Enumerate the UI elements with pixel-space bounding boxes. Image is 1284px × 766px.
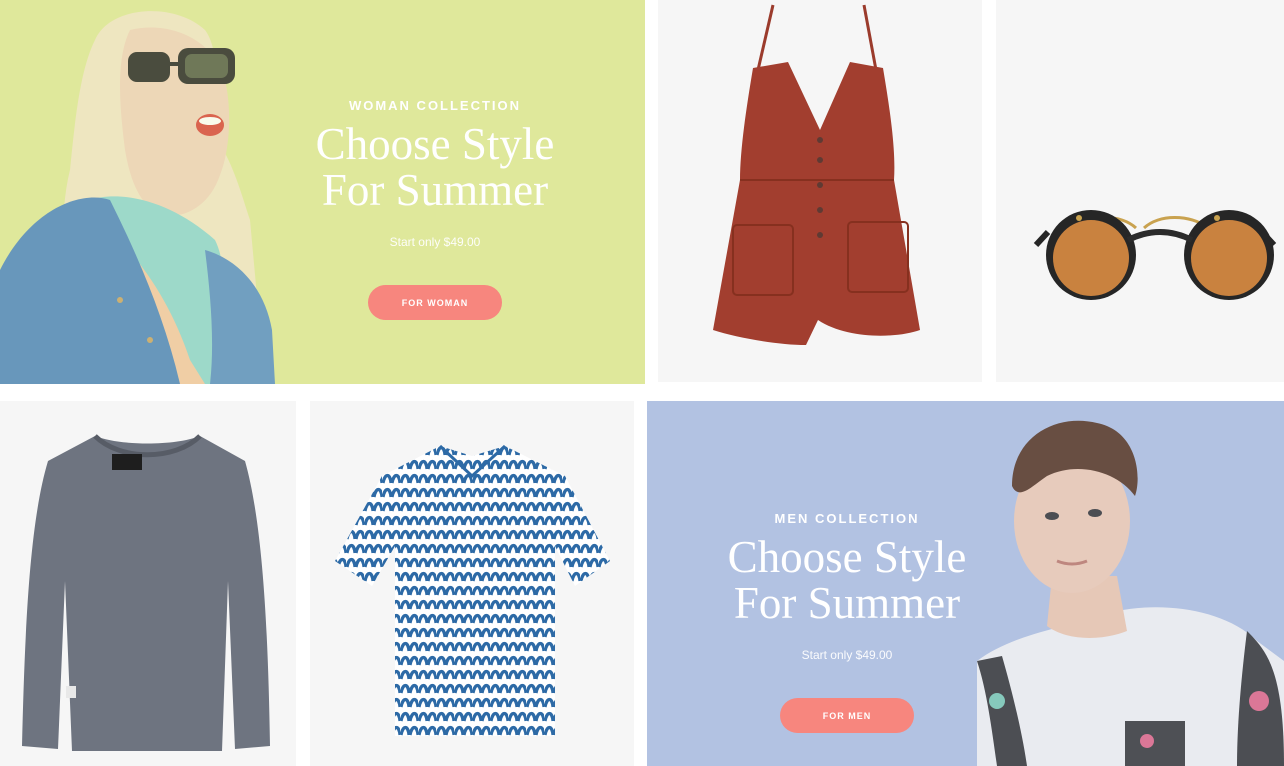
men-collection-banner[interactable]: MEN COLLECTION Choose Style For Summer S… bbox=[647, 401, 1284, 766]
men-banner-headline: Choose Style For Summer bbox=[697, 534, 997, 626]
for-men-button[interactable]: FOR MEN bbox=[780, 698, 914, 733]
men-collection-kicker: MEN COLLECTION bbox=[774, 511, 920, 526]
woman-banner-headline: Choose Style For Summer bbox=[280, 121, 590, 213]
blue-print-shirt-image bbox=[335, 444, 610, 736]
round-sunglasses-image bbox=[1033, 210, 1277, 300]
headline-line-2: For Summer bbox=[733, 578, 961, 628]
for-woman-button[interactable]: FOR WOMAN bbox=[368, 285, 502, 320]
product-tile-printed-shirt[interactable] bbox=[310, 401, 634, 766]
woman-banner-text: WOMAN COLLECTION Choose Style For Summer… bbox=[280, 98, 590, 320]
woman-start-price: Start only $49.00 bbox=[389, 235, 481, 249]
grey-sweater-image bbox=[22, 434, 270, 751]
woman-collection-kicker: WOMAN COLLECTION bbox=[348, 98, 522, 113]
men-banner-text: MEN COLLECTION Choose Style For Summer S… bbox=[697, 511, 997, 733]
product-tile-sunglasses[interactable] bbox=[996, 0, 1284, 382]
headline-line-1: Choose Style bbox=[315, 119, 555, 169]
men-start-price: Start only $49.00 bbox=[801, 648, 893, 662]
woman-collection-banner[interactable]: WOMAN COLLECTION Choose Style For Summer… bbox=[0, 0, 645, 384]
headline-line-2: For Summer bbox=[321, 165, 549, 215]
product-tile-sweater[interactable] bbox=[0, 401, 296, 766]
headline-line-1: Choose Style bbox=[727, 532, 967, 582]
product-tile-romper[interactable] bbox=[658, 0, 982, 382]
red-romper-image bbox=[713, 4, 920, 345]
